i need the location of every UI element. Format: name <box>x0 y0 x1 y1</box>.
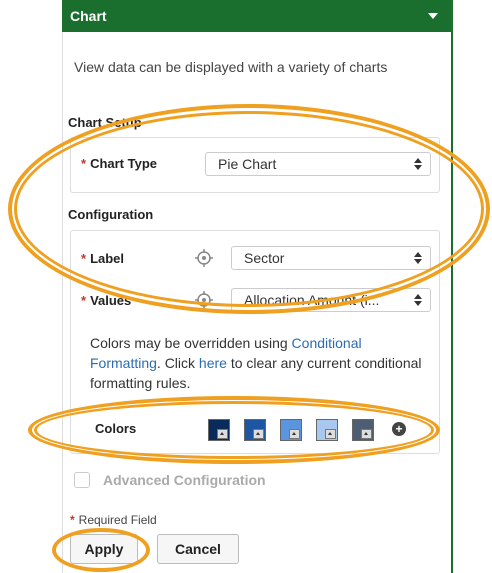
configuration-heading: Configuration <box>68 207 154 222</box>
collapse-caret-icon[interactable] <box>428 13 438 19</box>
values-value: Allocation Amount (i... <box>244 292 380 308</box>
chart-setup-heading: Chart Setup <box>68 115 142 130</box>
advanced-configuration-label: Advanced Configuration <box>103 472 266 488</box>
select-arrows-icon <box>414 251 422 265</box>
color-swatch-3[interactable] <box>280 419 302 441</box>
swatch-dropdown-icon <box>289 429 300 439</box>
values-field-label: * Values <box>81 293 132 308</box>
clear-formatting-link[interactable]: here <box>199 355 227 371</box>
chart-type-value: Pie Chart <box>218 156 277 172</box>
required-star: * <box>81 156 87 171</box>
add-color-plus-icon[interactable]: + <box>392 422 406 436</box>
cancel-button[interactable]: Cancel <box>157 534 239 564</box>
advanced-configuration-checkbox[interactable] <box>74 472 90 488</box>
chart-type-label: * Chart Type <box>81 156 157 171</box>
colors-label: Colors <box>95 421 137 436</box>
crosshair-icon[interactable] <box>195 291 213 309</box>
label-value: Sector <box>244 250 285 266</box>
swatch-dropdown-icon <box>253 429 264 439</box>
swatch-dropdown-icon <box>325 429 336 439</box>
required-field-note: * Required Field <box>70 513 157 527</box>
values-select[interactable]: Allocation Amount (i... <box>231 288 431 312</box>
label-select[interactable]: Sector <box>231 246 431 270</box>
color-swatch-4[interactable] <box>316 419 338 441</box>
color-swatch-1[interactable] <box>208 419 230 441</box>
page-background-left <box>0 0 62 573</box>
swatch-dropdown-icon <box>217 429 228 439</box>
select-arrows-icon <box>414 293 422 307</box>
page-background-right <box>452 0 492 573</box>
color-swatch-5[interactable] <box>352 419 374 441</box>
label-field-label: * Label <box>81 251 125 266</box>
colors-note: Colors may be overridden using Condition… <box>90 335 422 391</box>
chart-type-select[interactable]: Pie Chart <box>205 152 431 176</box>
swatch-dropdown-icon <box>361 429 372 439</box>
select-arrows-icon <box>414 157 422 171</box>
chart-setup-box: * Chart Type Pie Chart <box>70 137 440 193</box>
panel-header[interactable]: Chart <box>62 0 452 32</box>
panel-description: View data can be displayed with a variet… <box>74 59 388 75</box>
color-swatch-2[interactable] <box>244 419 266 441</box>
crosshair-icon[interactable] <box>195 249 213 267</box>
panel-title: Chart <box>70 8 107 24</box>
apply-button[interactable]: Apply <box>70 534 138 564</box>
